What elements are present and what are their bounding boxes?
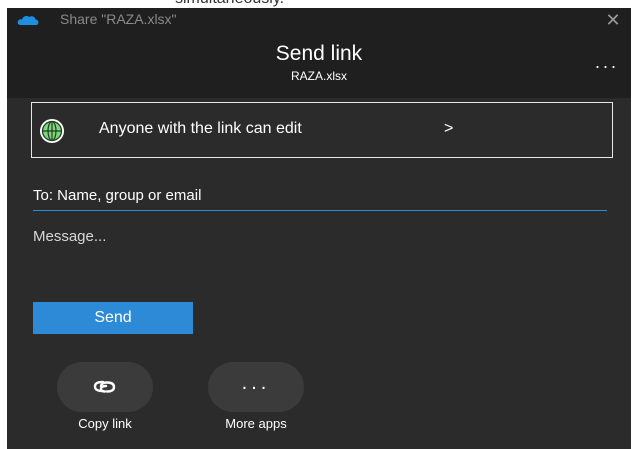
copy-link-label: Copy link — [78, 416, 132, 431]
globe-icon — [40, 119, 64, 143]
copy-link-button[interactable] — [57, 362, 153, 412]
clipped-background-text: simultaneously. — [175, 0, 284, 8]
more-apps-button[interactable]: ... — [208, 362, 304, 412]
close-button[interactable]: ✕ — [603, 10, 623, 30]
onedrive-cloud-icon — [17, 15, 39, 25]
message-input[interactable] — [33, 228, 607, 288]
more-options-button[interactable]: ... — [595, 52, 619, 73]
title-bar: Share "RAZA.xlsx" ✕ — [7, 8, 631, 32]
share-dialog: Share "RAZA.xlsx" ✕ Send link RAZA.xlsx … — [7, 8, 631, 449]
screen: simultaneously. Share "RAZA.xlsx" ✕ Send… — [0, 0, 632, 449]
window-title: Share "RAZA.xlsx" — [60, 11, 177, 27]
link-permission-button[interactable]: Anyone with the link can edit > — [31, 102, 613, 158]
recipient-input[interactable] — [33, 180, 607, 211]
permission-label: Anyone with the link can edit — [99, 120, 302, 137]
file-name: RAZA.xlsx — [290, 69, 347, 83]
chevron-right-icon: > — [444, 120, 454, 137]
more-apps-label: More apps — [225, 416, 287, 431]
more-dots-icon: ... — [241, 372, 271, 394]
dialog-header: Send link RAZA.xlsx ... — [7, 32, 631, 98]
send-button[interactable]: Send — [33, 302, 193, 334]
dialog-title: Send link — [275, 42, 363, 65]
link-icon — [93, 380, 116, 393]
